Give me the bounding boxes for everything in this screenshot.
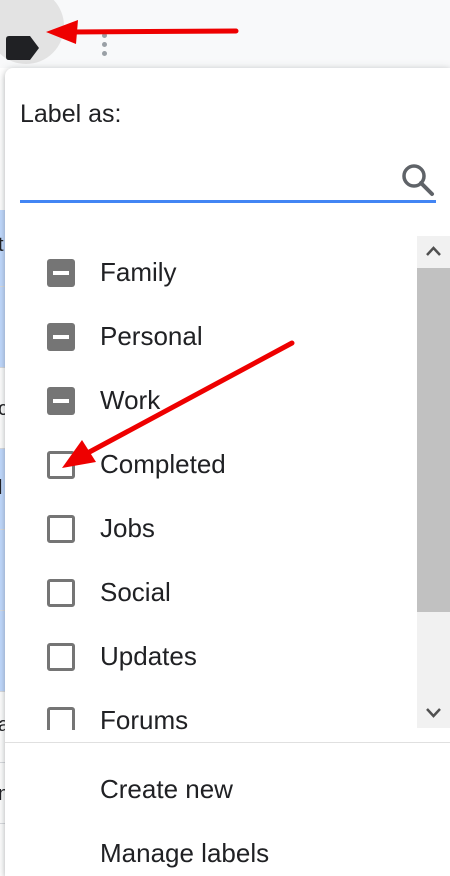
label-option-personal[interactable]: Personal — [5, 302, 415, 366]
label-option-completed[interactable]: Completed — [5, 430, 415, 494]
more-vert-icon — [101, 33, 107, 38]
checkbox-indeterminate[interactable] — [47, 323, 75, 351]
checkbox-unchecked[interactable] — [47, 707, 75, 730]
manage-labels-button[interactable]: Manage labels — [100, 838, 269, 869]
checkbox-indeterminate[interactable] — [47, 259, 75, 287]
label-icon — [6, 36, 39, 60]
screen: t c l a n Label as: — [0, 0, 450, 876]
label-option-forums[interactable]: Forums — [5, 686, 415, 730]
label-option-text: Work — [100, 385, 161, 415]
label-option-social[interactable]: Social — [5, 558, 415, 622]
label-as-button[interactable] — [0, 0, 64, 64]
label-option-jobs[interactable]: Jobs — [5, 494, 415, 558]
checkbox-unchecked[interactable] — [47, 451, 75, 479]
toolbar — [0, 0, 450, 68]
email-row-text: t — [0, 234, 4, 257]
divider — [5, 742, 450, 743]
label-list: Family Personal Work Completed Jobs Soci… — [5, 238, 415, 730]
checkbox-indeterminate[interactable] — [47, 387, 75, 415]
more-options-button[interactable] — [92, 30, 116, 66]
checkbox-unchecked[interactable] — [47, 515, 75, 543]
label-list-scrollbar[interactable] — [417, 236, 450, 728]
checkbox-unchecked[interactable] — [47, 579, 75, 607]
label-option-text: Forums — [100, 705, 189, 730]
search-icon[interactable] — [400, 162, 436, 198]
scroll-up-icon[interactable] — [417, 236, 450, 266]
email-row-text: l — [0, 477, 2, 500]
scrollbar-thumb[interactable] — [417, 268, 450, 612]
label-option-text: Jobs — [100, 513, 155, 543]
label-option-text: Completed — [100, 449, 226, 479]
label-option-updates[interactable]: Updates — [5, 622, 415, 686]
label-option-text: Social — [100, 577, 171, 607]
label-search-input[interactable] — [20, 150, 374, 200]
label-option-work[interactable]: Work — [5, 366, 415, 430]
label-option-text: Updates — [100, 641, 197, 671]
dropdown-title: Label as: — [20, 100, 122, 128]
label-option-family[interactable]: Family — [5, 238, 415, 302]
create-new-label-button[interactable]: Create new — [100, 774, 233, 805]
label-option-text: Personal — [100, 321, 203, 351]
checkbox-unchecked[interactable] — [47, 643, 75, 671]
label-as-dropdown: Label as: Family Personal Work Completed… — [5, 68, 450, 876]
scroll-down-icon[interactable] — [417, 698, 450, 728]
label-option-text: Family — [100, 257, 177, 287]
label-search-field — [20, 150, 436, 203]
